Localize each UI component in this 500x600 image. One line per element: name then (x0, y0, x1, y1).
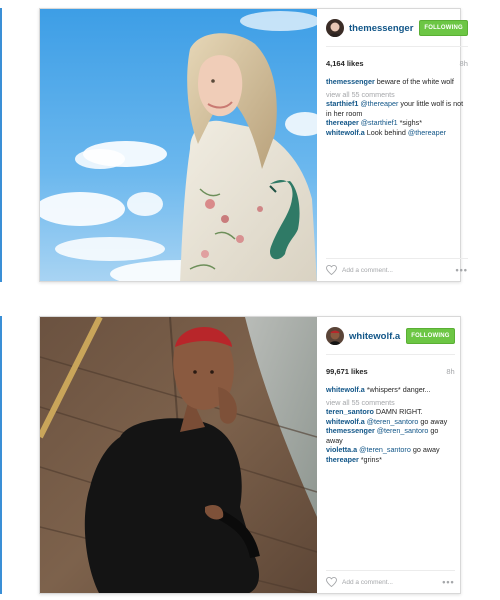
left-edge-accent (0, 8, 2, 282)
post-username[interactable]: themessenger (349, 23, 413, 34)
caption: whitewolf.a *whispers* danger... (326, 385, 455, 395)
post-time: 8h (446, 367, 455, 376)
following-button[interactable]: FOLLOWING (406, 328, 455, 344)
view-all-comments-link[interactable]: view all 55 comments (326, 90, 468, 100)
post-header: themessenger FOLLOWING (326, 17, 468, 47)
comment: starthief1 @thereaper your little wolf i… (326, 99, 468, 118)
post-photo[interactable] (40, 317, 317, 593)
post-username[interactable]: whitewolf.a (349, 331, 400, 342)
add-comment-input[interactable]: Add a comment... (342, 267, 455, 274)
comment-mention[interactable]: @starthief1 (359, 118, 398, 127)
avatar[interactable] (326, 19, 344, 37)
comment-username[interactable]: themessenger (326, 426, 375, 435)
caption-text: beware of the white wolf (374, 77, 454, 86)
comment-list: whitewolf.a *whispers* danger... view al… (326, 385, 455, 464)
comment-username[interactable]: teren_santoro (326, 407, 374, 416)
post-photo[interactable] (40, 9, 317, 281)
heart-icon[interactable] (326, 265, 337, 275)
caption-text: *whispers* danger... (364, 385, 431, 394)
avatar[interactable] (326, 327, 344, 345)
comment-mention[interactable]: @teren_santoro (357, 445, 411, 454)
comment: whitewolf.a @teren_santoro go away (326, 417, 455, 427)
avatar-image (326, 19, 344, 37)
comment-username[interactable]: starthief1 (326, 99, 358, 108)
comment-username[interactable]: whitewolf.a (326, 417, 365, 426)
comment-bar: Add a comment... ••• (326, 570, 455, 587)
left-edge-accent (0, 316, 2, 594)
comment-text: *grins* (358, 454, 382, 464)
comment: themessenger @teren_santoro go away (326, 426, 455, 445)
caption: themessenger beware of the white wolf (326, 77, 468, 87)
comment-username[interactable]: themessenger (326, 77, 375, 86)
comment: teren_santoro DAMN RIGHT. (326, 407, 455, 417)
comment: thereaper *grins* (326, 455, 455, 465)
post-side-panel: themessenger FOLLOWING 4,164 likes 8h th… (317, 9, 477, 281)
view-all-comments-link[interactable]: view all 55 comments (326, 398, 455, 408)
post-card: themessenger FOLLOWING 4,164 likes 8h th… (39, 8, 468, 282)
comment-list: themessenger beware of the white wolf vi… (326, 77, 468, 137)
post-card: whitewolf.a FOLLOWING 99,671 likes 8h wh… (39, 316, 461, 594)
comment-text: go away (418, 416, 448, 426)
comment-mention[interactable]: @thereaper (408, 128, 446, 137)
post-meta: 99,671 likes 8h (326, 367, 455, 376)
comment-text: go away (410, 445, 440, 454)
ellipsis-icon[interactable]: ••• (442, 577, 454, 587)
feed-page: themessenger FOLLOWING 4,164 likes 8h th… (0, 0, 500, 600)
comment-mention[interactable]: @teren_santoro (375, 426, 429, 435)
comment-username[interactable]: whitewolf.a (326, 385, 365, 394)
comment: violetta.a @teren_santoro go away (326, 445, 455, 455)
comment-text: Look behind (364, 127, 408, 137)
post-time: 8h (459, 59, 468, 68)
post-photo-image (40, 9, 317, 281)
likes-count[interactable]: 4,164 likes (326, 59, 364, 68)
comment-username[interactable]: thereaper (326, 118, 359, 127)
comment-mention[interactable]: @teren_santoro (365, 417, 419, 426)
heart-icon[interactable] (326, 577, 337, 587)
comment: thereaper @starthief1 *sighs* (326, 118, 468, 128)
post-side-panel: whitewolf.a FOLLOWING 99,671 likes 8h wh… (317, 317, 464, 593)
comment-text: *sighs* (397, 118, 422, 127)
post-header: whitewolf.a FOLLOWING (326, 325, 455, 355)
comment-username[interactable]: thereaper (326, 455, 359, 464)
post-photo-image (40, 317, 317, 593)
comment-username[interactable]: violetta.a (326, 445, 357, 454)
ellipsis-icon[interactable]: ••• (455, 265, 467, 275)
likes-count[interactable]: 99,671 likes (326, 367, 368, 376)
avatar-image (326, 327, 344, 345)
comment-mention[interactable]: @thereaper (358, 99, 398, 108)
add-comment-input[interactable]: Add a comment... (342, 579, 442, 586)
comment-username[interactable]: whitewolf.a (326, 128, 365, 137)
comment-bar: Add a comment... ••• (326, 258, 468, 275)
post-meta: 4,164 likes 8h (326, 59, 468, 68)
comment-text: DAMN RIGHT. (373, 407, 423, 416)
following-button[interactable]: FOLLOWING (419, 20, 468, 36)
comment: whitewolf.a Look behind @thereaper (326, 128, 468, 138)
